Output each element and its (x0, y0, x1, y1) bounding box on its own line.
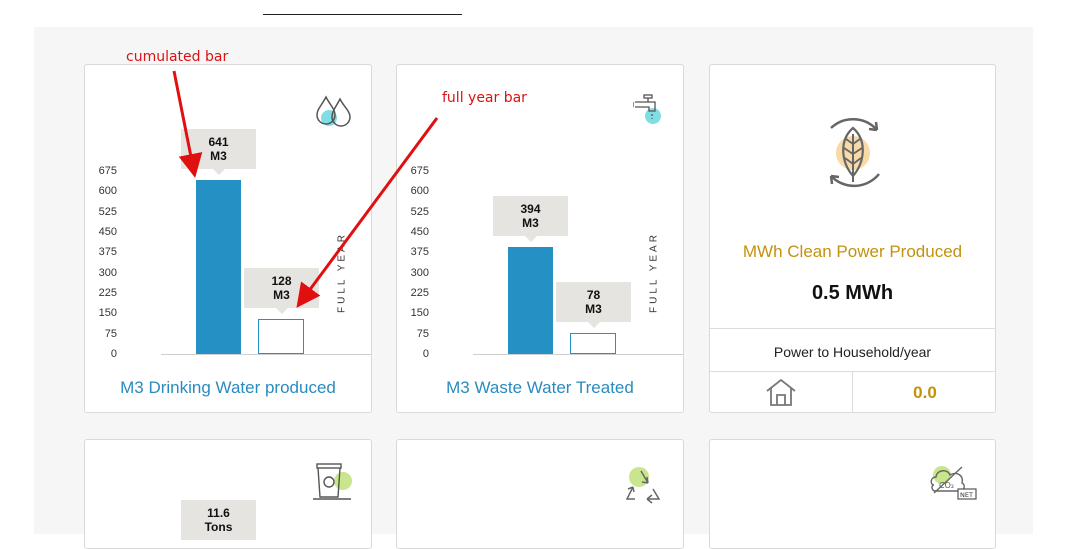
y-tick-label: 225 (410, 287, 429, 299)
annotation-cumulated: cumulated bar (126, 49, 229, 65)
tooltip-value: 641 (208, 135, 229, 150)
household-label: Power to Household/year (773, 344, 932, 360)
full-year-label: FULL YEAR (648, 232, 660, 313)
bin-tooltip-value: 11.6 (207, 506, 230, 520)
cumulated-bar[interactable] (196, 180, 241, 354)
house-icon (764, 377, 798, 412)
recycle-icon (621, 465, 665, 510)
leaf-recycle-icon (811, 110, 895, 199)
svg-text:CO₂: CO₂ (939, 481, 954, 490)
recycle-card[interactable] (396, 439, 684, 549)
divider (710, 328, 995, 329)
y-tick-label: 225 (98, 287, 117, 299)
full-year-label: FULL YEAR (336, 232, 348, 313)
top-underline (263, 14, 462, 15)
chart-baseline (161, 354, 371, 355)
clean-power-card[interactable]: MWh Clean Power Produced 0.5 MWh Power t… (709, 64, 996, 413)
y-tick-label: 375 (410, 246, 429, 259)
y-tick-label: 150 (98, 307, 117, 320)
household-value: 0.0 (913, 383, 937, 402)
card-title: M3 Drinking Water produced (120, 378, 336, 397)
full-year-bar-tooltip: 128 M3 (244, 268, 319, 315)
y-tick-label: 450 (410, 226, 429, 238)
y-tick-label: 450 (98, 226, 117, 238)
y-tick-label: 525 (410, 205, 429, 218)
y-tick-label: 675 (410, 165, 429, 177)
y-tick-label: 0 (422, 348, 429, 360)
y-tick-label: 675 (98, 165, 117, 177)
drinking-water-card[interactable]: 675 600 525 450 375 300 225 150 75 0 641 M3 128 M3 FU… (84, 64, 372, 413)
chart-baseline (473, 354, 683, 355)
svg-text:NET: NET (960, 491, 973, 499)
full-year-bar[interactable] (258, 319, 304, 354)
tooltip-unit: M3 (273, 288, 290, 303)
y-tick-label: 525 (98, 205, 117, 218)
power-value: 0.5 MWh (811, 282, 894, 304)
tooltip-value: 128 (271, 274, 292, 289)
y-tick-label: 375 (98, 246, 117, 259)
y-tick-label: 75 (416, 327, 429, 340)
y-tick-label: 300 (98, 266, 117, 279)
tooltip-value: 394 (520, 202, 541, 217)
co2-card[interactable]: CO₂ NET (709, 439, 996, 549)
tooltip-unit: M3 (522, 216, 539, 231)
drinking-chart: 675 600 525 450 375 300 225 150 75 0 641 M3 128 M3 (85, 65, 371, 412)
y-tick-label: 300 (410, 266, 429, 279)
y-tick-label: 75 (104, 327, 117, 340)
y-tick-label: 600 (98, 185, 117, 198)
tooltip-unit: M3 (210, 149, 227, 164)
waste-water-card[interactable]: 675 600 525 450 375 300 225 150 75 0 394 M3 78 M3 FUL… (396, 64, 684, 413)
bin-tooltip: 11.6 Tons (181, 500, 256, 540)
waste-bin-card[interactable]: 11.6 Tons (84, 439, 372, 549)
y-tick-label: 0 (110, 348, 117, 360)
annotation-full-year: full year bar (442, 90, 527, 106)
cumulated-bar-tooltip: 641 M3 (181, 129, 256, 176)
co2-net-icon: CO₂ NET (928, 463, 980, 510)
waste-bin-icon (311, 459, 355, 508)
cumulated-bar-tooltip: 394 M3 (493, 196, 568, 243)
full-year-bar[interactable] (570, 332, 616, 354)
power-title: MWh Clean Power Produced (742, 242, 963, 261)
card-title: M3 Waste Water Treated (446, 378, 634, 397)
y-tick-label: 600 (410, 185, 429, 198)
full-year-bar-tooltip: 78 M3 (556, 281, 631, 328)
y-tick-label: 150 (410, 307, 429, 320)
tooltip-value: 78 (586, 287, 601, 302)
bin-tooltip-unit: Tons (204, 520, 233, 534)
tooltip-unit: M3 (585, 301, 602, 316)
waste-chart: 675 600 525 450 375 300 225 150 75 0 394 M3 78 M3 (397, 65, 683, 412)
cumulated-bar[interactable] (508, 247, 553, 354)
